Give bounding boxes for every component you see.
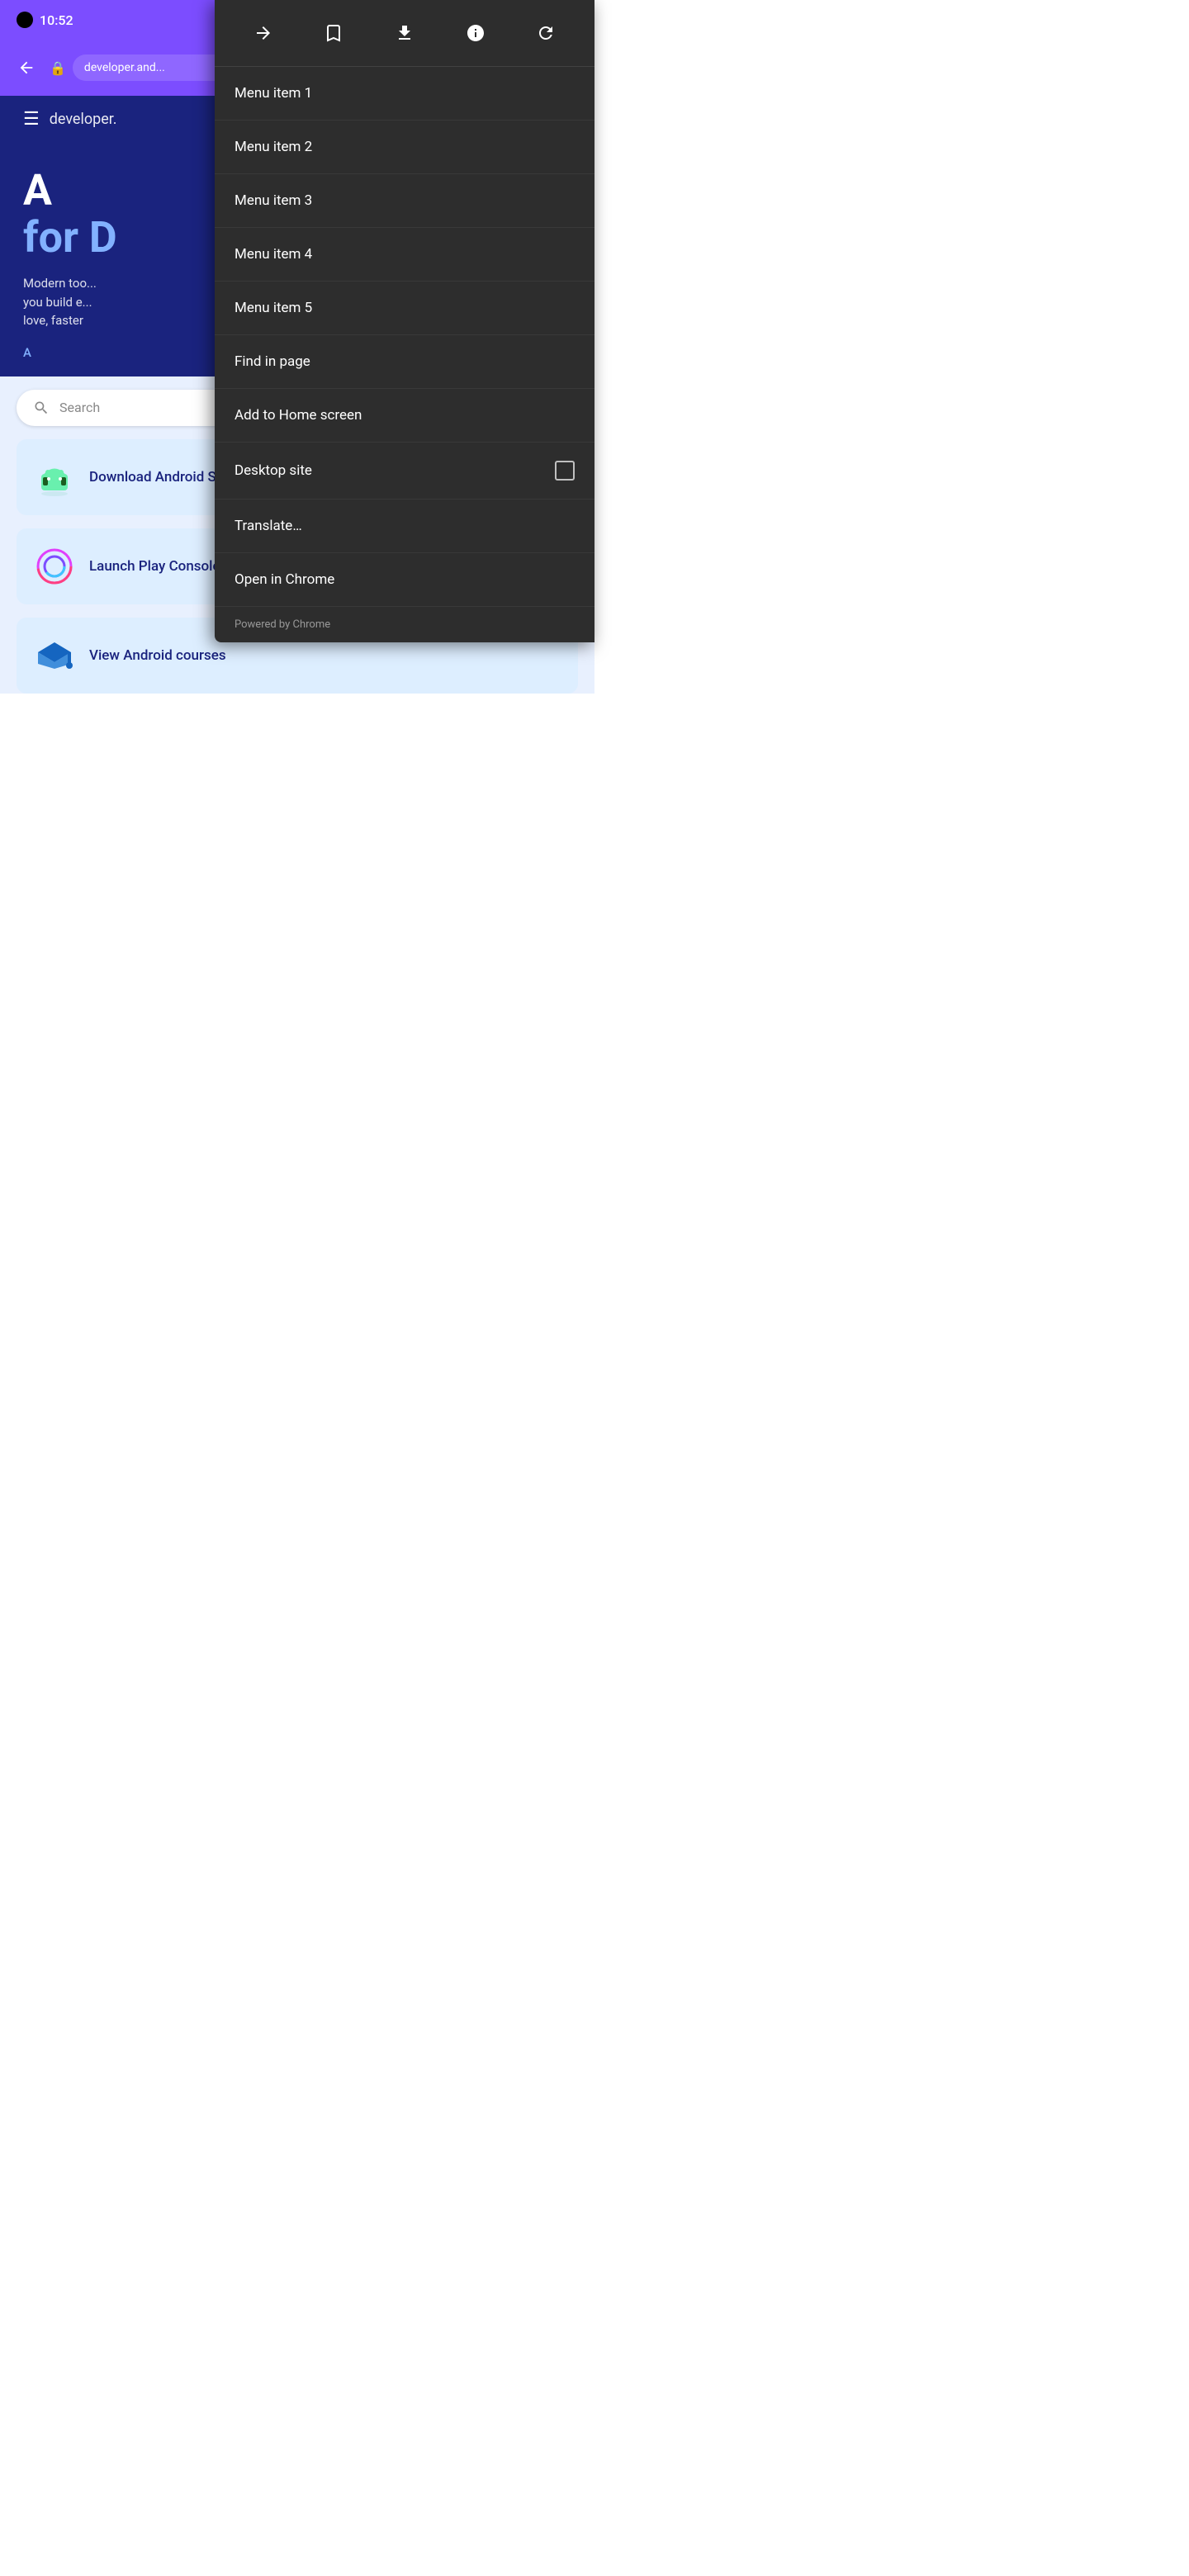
- bookmark-icon[interactable]: [315, 15, 352, 51]
- menu-item-4[interactable]: Menu item 5: [215, 282, 594, 335]
- refresh-icon[interactable]: [528, 15, 564, 51]
- menu-item-9[interactable]: Open in Chrome: [215, 553, 594, 607]
- menu-footer: Powered by Chrome: [215, 607, 594, 642]
- graduation-icon: [33, 634, 76, 677]
- dev-logo-text: developer.: [50, 111, 117, 128]
- menu-item-label-2: Menu item 3: [234, 192, 312, 209]
- android-icon: [33, 456, 76, 499]
- hero-title-line2: for D: [23, 212, 117, 263]
- card-android-courses-text: View Android courses: [89, 647, 561, 664]
- menu-item-7[interactable]: Desktop site: [215, 443, 594, 500]
- menu-item-8[interactable]: Translate…: [215, 500, 594, 553]
- menu-item-label-4: Menu item 5: [234, 300, 312, 316]
- forward-icon[interactable]: [245, 15, 282, 51]
- menu-item-5[interactable]: Find in page: [215, 335, 594, 389]
- status-dot: [17, 12, 33, 28]
- play-console-icon: [33, 545, 76, 588]
- menu-toolbar: [215, 0, 594, 67]
- menu-item-0[interactable]: Menu item 1: [215, 67, 594, 121]
- back-button[interactable]: [10, 51, 43, 84]
- menu-item-1[interactable]: Menu item 2: [215, 121, 594, 174]
- search-input-label: Search: [59, 400, 100, 415]
- menu-item-3[interactable]: Menu item 4: [215, 228, 594, 282]
- menu-item-label-5: Find in page: [234, 353, 310, 370]
- menu-item-label-3: Menu item 4: [234, 246, 312, 263]
- context-menu: Menu item 1 Menu item 2 Menu item 3 Menu it…: [215, 0, 594, 642]
- lock-icon: 🔒: [50, 60, 66, 76]
- search-icon: [33, 400, 50, 416]
- menu-item-6[interactable]: Add to Home screen: [215, 389, 594, 443]
- status-time: 10:52: [40, 12, 73, 28]
- menu-item-label-1: Menu item 2: [234, 139, 312, 155]
- menu-item-label-8: Translate…: [234, 518, 302, 534]
- status-left: 10:52: [17, 12, 73, 28]
- hamburger-icon[interactable]: ☰: [23, 109, 40, 130]
- menu-item-label-9: Open in Chrome: [234, 571, 334, 588]
- menu-item-label-7: Desktop site: [234, 462, 312, 479]
- menu-items-list: Menu item 1 Menu item 2 Menu item 3 Menu it…: [215, 67, 594, 607]
- menu-item-checkbox-7[interactable]: [555, 461, 575, 481]
- menu-item-label-6: Add to Home screen: [234, 407, 362, 424]
- menu-item-2[interactable]: Menu item 3: [215, 174, 594, 228]
- menu-item-label-0: Menu item 1: [234, 85, 312, 102]
- info-icon[interactable]: [457, 15, 494, 51]
- download-icon[interactable]: [386, 15, 423, 51]
